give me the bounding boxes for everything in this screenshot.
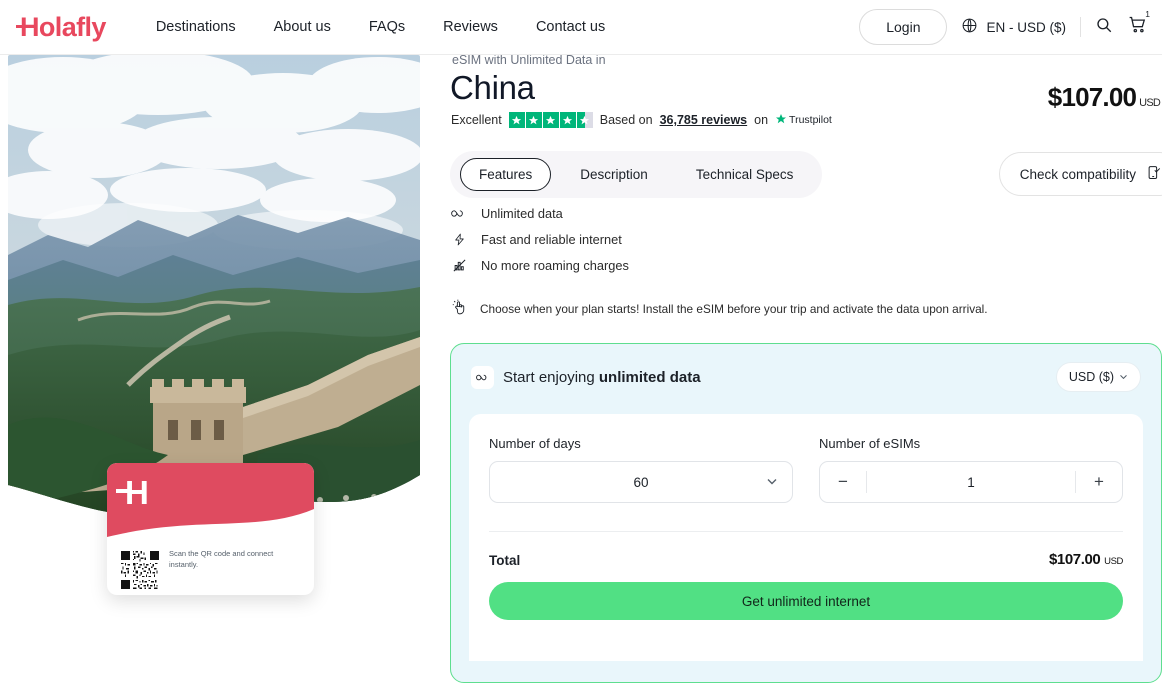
feature-label: Unlimited data	[481, 205, 563, 221]
logo-crossbar	[116, 489, 128, 493]
product-price: $107.00 USD	[1047, 82, 1161, 113]
tab-description[interactable]: Description	[561, 158, 667, 191]
purchase-title-bold: unlimited data	[598, 368, 701, 386]
trustpilot-star-icon	[775, 113, 787, 128]
search-icon	[1095, 16, 1113, 39]
qr-code-icon	[121, 551, 159, 589]
rating-stars	[508, 112, 593, 128]
cart-button[interactable]: 1	[1127, 9, 1150, 40]
header-actions: Login EN - USD ($) 1	[859, 9, 1150, 45]
purchase-card-title: Start enjoying unlimited data	[503, 369, 701, 386]
feature-item: No more roaming charges	[451, 252, 629, 278]
feature-item: Fast and reliable internet	[451, 226, 629, 252]
logo-text: Holafly	[20, 11, 106, 42]
feature-label: No more roaming charges	[481, 257, 629, 273]
days-field: Number of days 60	[489, 436, 793, 503]
esim-card-logo-letter: H	[125, 474, 149, 511]
days-select[interactable]: 60	[489, 461, 793, 503]
nav-item-reviews[interactable]: Reviews	[443, 19, 498, 35]
purchase-form: Number of days 60 Number of eSIMs − 1 + …	[469, 414, 1143, 661]
esims-stepper: − 1 +	[819, 461, 1123, 503]
star-half-icon	[576, 112, 593, 128]
no-roaming-icon	[451, 258, 467, 273]
product-price-amount: $107.00	[1047, 82, 1137, 112]
days-value: 60	[633, 474, 649, 490]
total-row: Total $107.00 USD	[489, 531, 1123, 568]
total-label: Total	[489, 553, 521, 568]
locale-selector[interactable]: EN - USD ($)	[961, 17, 1066, 37]
feature-label: Fast and reliable internet	[481, 231, 622, 247]
plan-start-note-text: Choose when your plan starts! Install th…	[480, 302, 988, 316]
lightning-icon	[451, 232, 467, 247]
esims-increment-button[interactable]: +	[1076, 462, 1122, 502]
tab-features[interactable]: Features	[460, 158, 552, 191]
holafly-logo[interactable]: Holafly	[16, 12, 106, 43]
purchase-card-header: Start enjoying unlimited data USD ($)	[451, 344, 1161, 392]
infinity-icon	[451, 208, 467, 219]
total-price-currency: USD	[1104, 556, 1123, 567]
tab-technical-specs[interactable]: Technical Specs	[677, 158, 813, 191]
main-nav: Destinations About us FAQs Reviews Conta…	[156, 19, 605, 35]
product-eyebrow: eSIM with Unlimited Data in	[452, 53, 606, 67]
currency-selector[interactable]: USD ($)	[1055, 362, 1141, 392]
total-price: $107.00 USD	[1049, 551, 1123, 568]
reviews-count-link[interactable]: 36,785 reviews	[660, 113, 748, 127]
rating-label: Excellent	[451, 113, 502, 127]
feature-item: Unlimited data	[451, 200, 629, 226]
header-divider	[1080, 17, 1081, 37]
tap-hand-icon	[451, 299, 468, 319]
star-icon	[559, 112, 576, 128]
feature-list: Unlimited data Fast and reliable interne…	[451, 200, 629, 278]
purchase-title-prefix: Start enjoying	[503, 368, 599, 386]
chevron-down-icon	[766, 475, 778, 490]
rating-on-text: on	[754, 113, 769, 127]
esim-card-caption: Scan the QR code and connect instantly.	[169, 549, 274, 569]
purchase-card: Start enjoying unlimited data USD ($) Nu…	[450, 343, 1162, 683]
star-icon	[508, 112, 525, 128]
trustpilot-label: Trustpilot	[789, 114, 832, 126]
plan-start-note: Choose when your plan starts! Install th…	[451, 299, 988, 319]
check-compatibility-button[interactable]: Check compatibility	[998, 152, 1162, 196]
get-unlimited-internet-button[interactable]: Get unlimited internet	[489, 582, 1123, 620]
cart-count-badge: 1	[1145, 9, 1150, 19]
nav-item-about-us[interactable]: About us	[274, 19, 331, 35]
check-compatibility-label: Check compatibility	[1019, 166, 1136, 182]
nav-item-faqs[interactable]: FAQs	[369, 19, 405, 35]
star-icon	[525, 112, 542, 128]
product-price-currency: USD	[1139, 97, 1161, 109]
esims-decrement-button[interactable]: −	[820, 462, 866, 502]
nav-item-contact-us[interactable]: Contact us	[536, 19, 605, 35]
purchase-fields: Number of days 60 Number of eSIMs − 1 +	[489, 436, 1123, 503]
trustpilot-rating: Excellent Based on 36,785 reviews on Tru…	[451, 112, 832, 128]
days-label: Number of days	[489, 436, 581, 451]
star-icon	[542, 112, 559, 128]
site-header: Holafly Destinations About us FAQs Revie…	[0, 0, 1162, 55]
nav-item-destinations[interactable]: Destinations	[156, 19, 236, 35]
total-price-amount: $107.00	[1048, 551, 1101, 568]
esim-card-logo: H	[116, 474, 149, 511]
rating-based-on: Based on	[599, 113, 653, 127]
trustpilot-badge[interactable]: Trustpilot	[775, 113, 832, 128]
login-button[interactable]: Login	[859, 9, 948, 45]
phone-check-icon	[1146, 165, 1161, 183]
esim-promo-card: H Scan the QR code and connect instantly…	[107, 463, 314, 595]
infinity-icon	[471, 365, 494, 389]
search-button[interactable]	[1095, 16, 1113, 39]
page-title: China	[450, 69, 535, 106]
locale-label: EN - USD ($)	[986, 19, 1066, 35]
esims-value: 1	[967, 474, 975, 490]
esims-field: Number of eSIMs − 1 +	[819, 436, 1123, 503]
product-tabs: Features Description Technical Specs	[450, 151, 823, 198]
esims-label: Number of eSIMs	[819, 436, 921, 451]
currency-selector-label: USD ($)	[1068, 370, 1114, 384]
chevron-down-icon	[1119, 370, 1128, 384]
globe-icon	[961, 17, 978, 37]
